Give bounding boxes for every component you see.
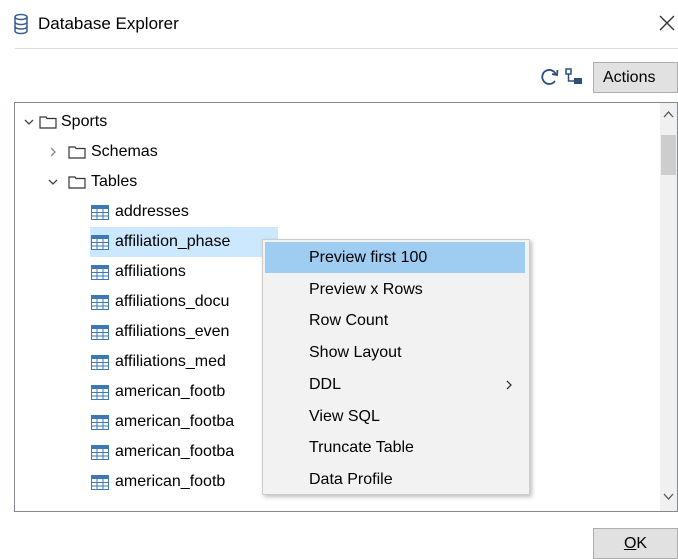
- menu-item-ddl[interactable]: DDL: [265, 369, 527, 400]
- table-name-label: affiliations_even: [115, 323, 230, 340]
- table-name-label: addresses: [115, 203, 189, 220]
- menu-item-preview-first-100[interactable]: Preview first 100: [265, 242, 525, 273]
- title-bar: Database Explorer: [0, 0, 678, 50]
- table-icon: [91, 205, 109, 220]
- toolbar: Actions: [0, 62, 678, 96]
- scroll-down-arrow-icon[interactable]: [663, 493, 674, 501]
- tree-node-sports[interactable]: Sports: [15, 107, 655, 137]
- table-name-label: affiliation_phase: [115, 233, 231, 250]
- menu-item-label: Truncate Table: [309, 439, 414, 457]
- tree-label-tables: Tables: [91, 173, 138, 190]
- menu-item-label: Row Count: [309, 312, 389, 330]
- vertical-scrollbar[interactable]: [660, 103, 677, 511]
- menu-item-row-count[interactable]: Row Count: [265, 305, 527, 336]
- tree-structure-icon[interactable]: [565, 68, 585, 86]
- chevron-down-icon[interactable]: [47, 176, 59, 188]
- ok-label-rest: K: [636, 535, 648, 552]
- menu-item-label: DDL: [309, 375, 342, 393]
- menu-item-label: Data Profile: [309, 470, 393, 488]
- menu-item-data-profile[interactable]: Data Profile: [265, 464, 527, 495]
- menu-item-preview-x-rows[interactable]: Preview x Rows: [265, 274, 527, 305]
- menu-item-label: Show Layout: [309, 344, 402, 362]
- ok-button[interactable]: OK: [593, 528, 678, 559]
- chevron-down-icon[interactable]: [23, 116, 35, 128]
- table-name-label: american_footb: [115, 473, 226, 490]
- database-icon: [14, 13, 28, 35]
- title-divider: [15, 48, 678, 49]
- menu-item-show-layout[interactable]: Show Layout: [265, 337, 527, 368]
- ok-mnemonic: O: [623, 535, 637, 552]
- table-icon: [91, 385, 109, 400]
- submenu-arrow-icon: [506, 380, 512, 390]
- table-name-label: american_footb: [115, 383, 226, 400]
- table-icon: [91, 475, 109, 490]
- table-name-label: american_footba: [115, 413, 235, 430]
- table-name-label: affiliations_docu: [115, 293, 230, 310]
- tree-label-schemas: Schemas: [91, 143, 158, 160]
- window-title: Database Explorer: [38, 14, 179, 33]
- tree-label-sports: Sports: [61, 113, 108, 130]
- table-icon: [91, 265, 109, 280]
- table-icon: [91, 415, 109, 430]
- context-menu: Preview first 100 Preview x Rows Row Count…: [262, 239, 530, 495]
- menu-item-label: View SQL: [309, 407, 380, 425]
- scroll-thumb[interactable]: [661, 135, 676, 175]
- table-icon: [91, 445, 109, 460]
- folder-icon: [68, 176, 86, 189]
- menu-item-view-sql[interactable]: View SQL: [265, 401, 527, 432]
- close-icon[interactable]: [656, 12, 678, 34]
- table-icon: [91, 355, 109, 370]
- tree-node-schemas[interactable]: Schemas: [15, 137, 655, 167]
- tree-node-tables[interactable]: Tables: [15, 167, 655, 197]
- refresh-icon[interactable]: [540, 67, 560, 87]
- table-name-label: affiliations_med: [115, 353, 226, 370]
- menu-item-label: Preview x Rows: [309, 280, 423, 298]
- table-icon: [91, 295, 109, 310]
- table-icon: [91, 325, 109, 340]
- tree-node-table[interactable]: addresses: [15, 197, 655, 227]
- actions-button[interactable]: Actions: [593, 62, 678, 93]
- chevron-right-icon[interactable]: [47, 146, 59, 158]
- menu-item-label: Preview first 100: [309, 249, 428, 266]
- scroll-up-arrow-icon[interactable]: [663, 110, 674, 118]
- menu-item-truncate-table[interactable]: Truncate Table: [265, 432, 527, 463]
- folder-icon: [68, 146, 86, 159]
- table-name-label: american_footba: [115, 443, 235, 460]
- folder-icon: [39, 116, 57, 129]
- table-name-label: affiliations: [115, 263, 186, 280]
- table-icon: [91, 235, 109, 250]
